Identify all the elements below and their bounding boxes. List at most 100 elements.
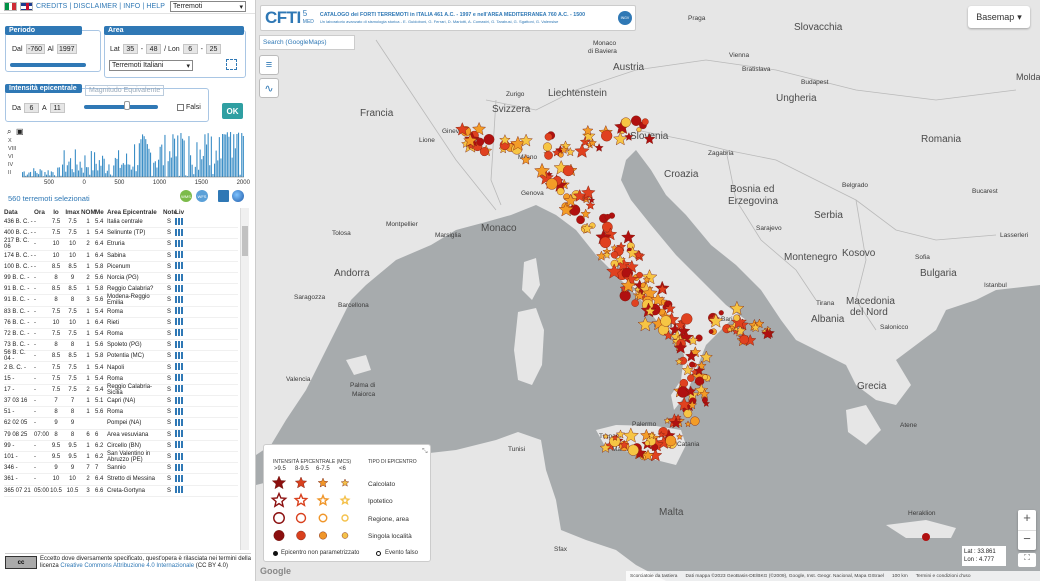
table-row[interactable]: 365 07 21 05:00 10.5 10.5 3 6.6 Creta-Gortyna S (4, 486, 238, 497)
level-bars-icon[interactable] (175, 486, 183, 494)
level-bars-icon[interactable] (175, 363, 183, 371)
level-bars-icon[interactable] (175, 407, 183, 415)
zoom-icon[interactable]: ⌕ (7, 127, 11, 137)
top-menu[interactable]: CREDITS | DISCLAIMER | INFO | HELP (36, 3, 165, 10)
download-icon[interactable] (218, 190, 229, 202)
level-bars-icon[interactable] (175, 385, 183, 393)
da-input[interactable]: 6 (23, 103, 39, 113)
globe-icon[interactable] (232, 190, 244, 202)
col-header[interactable]: Io (48, 209, 64, 216)
lat-max-input[interactable]: 48 (146, 44, 162, 54)
table-row[interactable]: 72 B. C. - - 7.5 7.5 1 5.4 Roma S (4, 329, 238, 341)
table-cell: 100 B. C. - (4, 263, 33, 270)
level-bars-icon[interactable] (175, 273, 183, 281)
histogram-bar (118, 150, 120, 177)
col-header[interactable]: Ora (34, 209, 48, 216)
seismogram-icon[interactable]: ∿ (259, 78, 279, 98)
area-select-icon[interactable] (226, 59, 237, 70)
table-row[interactable]: 400 B. C. - - 7.5 7.5 1 5.4 Selinunte (TP) S (4, 228, 238, 240)
terms-link[interactable]: Termini e condizioni d'uso (916, 574, 971, 579)
level-bars-icon[interactable] (175, 217, 183, 225)
magnitudo-tab[interactable]: Magnitudo Equivalente (85, 85, 165, 96)
zoom-in-button[interactable]: + (1018, 510, 1036, 530)
table-row[interactable]: 100 B. C. - - 8.5 8.5 1 5.8 Picenum S (4, 262, 238, 273)
level-bars-icon[interactable] (175, 474, 183, 482)
collapse-icon[interactable]: ⤡ (422, 448, 428, 456)
falsi-checkbox[interactable] (177, 104, 184, 111)
cc-by-badge[interactable]: cc (5, 556, 37, 569)
map-search-input[interactable]: Search (GoogleMaps) (259, 35, 355, 50)
table-row[interactable]: 346 - - 9 9 7 7 Sannio S (4, 463, 238, 475)
table-row[interactable]: 17 - - 7.5 7.5 2 5.4 Reggio Calabria-Sicilia S (4, 384, 238, 396)
level-bars-icon[interactable] (175, 441, 183, 449)
al-input[interactable]: 1997 (56, 44, 77, 54)
table-row[interactable]: 99 B. C. - - 8 9 2 5.6 Norcia (PG) S (4, 273, 238, 285)
level-bars-icon[interactable] (175, 351, 183, 359)
table-row[interactable]: 217 B. C. 06- 10 10 2 6.4 Etruria S (4, 238, 238, 251)
level-bars-icon[interactable] (175, 396, 183, 404)
table-row[interactable]: 361 - - 10 10 2 6.4 Stretto di Messina S (4, 474, 238, 486)
table-row[interactable]: 56 B. C. 04 - - 8.5 8.5 1 5.8 Potentia (MC) S (4, 350, 238, 363)
level-bars-icon[interactable] (175, 340, 183, 348)
col-header[interactable]: Data (4, 209, 34, 216)
layers-icon[interactable]: ≡ (259, 55, 279, 75)
level-bars-icon[interactable] (175, 239, 183, 247)
table-row[interactable]: 73 B. C. - - 8 8 1 5.6 Spoleto (PG) S (4, 340, 238, 352)
basemap-button[interactable]: Basemap ▾ (968, 6, 1030, 28)
map-view[interactable]: Slovacchia Austria Ungheria Svizzera Liechte… (256, 0, 1040, 581)
zoom-out-button[interactable]: − (1018, 530, 1036, 550)
table-row[interactable]: 174 B. C. - - 10 10 1 6.4 Sabina S (4, 251, 238, 262)
keyboard-shortcuts-link[interactable]: Scorciatoie da tastiera (630, 574, 677, 579)
periodo-slider[interactable] (10, 63, 86, 67)
table-row[interactable]: 76 B. C. - - 10 10 1 6.4 Rieti S (4, 318, 238, 329)
license-link[interactable]: Creative Commons Attribuzione 4.0 Intern… (60, 563, 194, 569)
col-header[interactable]: Imax (64, 209, 81, 216)
col-header[interactable]: Me (95, 209, 107, 216)
level-bars-icon[interactable] (175, 418, 183, 426)
table-row[interactable]: 436 B. C. - - 7.5 7.5 1 5.4 Italia centrale S (4, 217, 238, 229)
wms-icon[interactable]: WMS (180, 190, 192, 202)
level-bars-icon[interactable] (175, 262, 183, 270)
table-row[interactable]: 2 B. C. - - 7.5 7.5 1 5.4 Napoli S (4, 362, 238, 374)
lat-min-input[interactable]: 35 (122, 44, 138, 54)
intensita-slider[interactable] (84, 105, 158, 109)
level-bars-icon[interactable] (175, 307, 183, 315)
wfs-icon[interactable]: WFS (196, 190, 208, 202)
table-scrollbar[interactable] (240, 208, 249, 550)
dal-input[interactable]: -760 (25, 44, 45, 54)
region-select[interactable]: Terremoti Italiani ▾ (109, 60, 193, 71)
level-bars-icon[interactable] (175, 295, 183, 303)
histogram-chart[interactable] (22, 130, 244, 178)
intensita-tab[interactable]: Intensità epicentrale (5, 84, 82, 93)
col-header[interactable]: NOM (81, 209, 96, 216)
level-bars-icon[interactable] (175, 284, 183, 292)
table-row[interactable]: 51 - - 8 8 1 5.6 Roma S (4, 407, 238, 419)
lon-max-input[interactable]: 25 (206, 44, 221, 54)
level-bars-icon[interactable] (175, 318, 183, 326)
table-row[interactable]: 101 - - 9.5 9.5 1 6.2 San Valentino in Abruzzo… (4, 451, 238, 464)
table-row[interactable]: 91 B. C. - - 8 8 3 5.6 Modena-Reggio Emilia S (4, 294, 238, 307)
table-row[interactable]: 62 02 05- 9 9 Pompei (NA) S (4, 418, 238, 430)
level-bars-icon[interactable] (175, 374, 183, 382)
lon-min-input[interactable]: 6 (182, 44, 198, 54)
col-header[interactable]: Note (163, 209, 177, 216)
col-header[interactable]: Area Epicentrale (107, 209, 163, 216)
table-row[interactable]: 83 B. C. - - 7.5 7.5 1 5.4 Roma S (4, 307, 238, 318)
italian-flag-icon[interactable] (4, 2, 17, 11)
a-input[interactable]: 11 (49, 103, 65, 113)
col-header[interactable]: Liv (175, 209, 185, 216)
intensita-slider-handle[interactable] (124, 101, 130, 110)
uk-flag-icon[interactable] (20, 2, 33, 11)
table-row[interactable]: 37 03 16- 7 7 1 5.1 Capri (NA) S (4, 396, 238, 408)
level-bars-icon[interactable] (175, 430, 183, 438)
level-bars-icon[interactable] (175, 452, 183, 460)
ok-button[interactable]: OK (222, 103, 243, 119)
level-bars-icon[interactable] (175, 329, 183, 337)
level-bars-icon[interactable] (175, 228, 183, 236)
scrollbar-thumb[interactable] (242, 226, 248, 256)
level-bars-icon[interactable] (175, 251, 183, 259)
dataset-select[interactable]: Terremoti ▾ (170, 1, 247, 12)
fullscreen-icon[interactable]: ⛶ (1018, 553, 1036, 567)
level-bars-icon[interactable] (175, 463, 183, 471)
table-row[interactable]: 79 08 25 07:00 8 8 6 6 Area vesuviana S (4, 430, 238, 441)
